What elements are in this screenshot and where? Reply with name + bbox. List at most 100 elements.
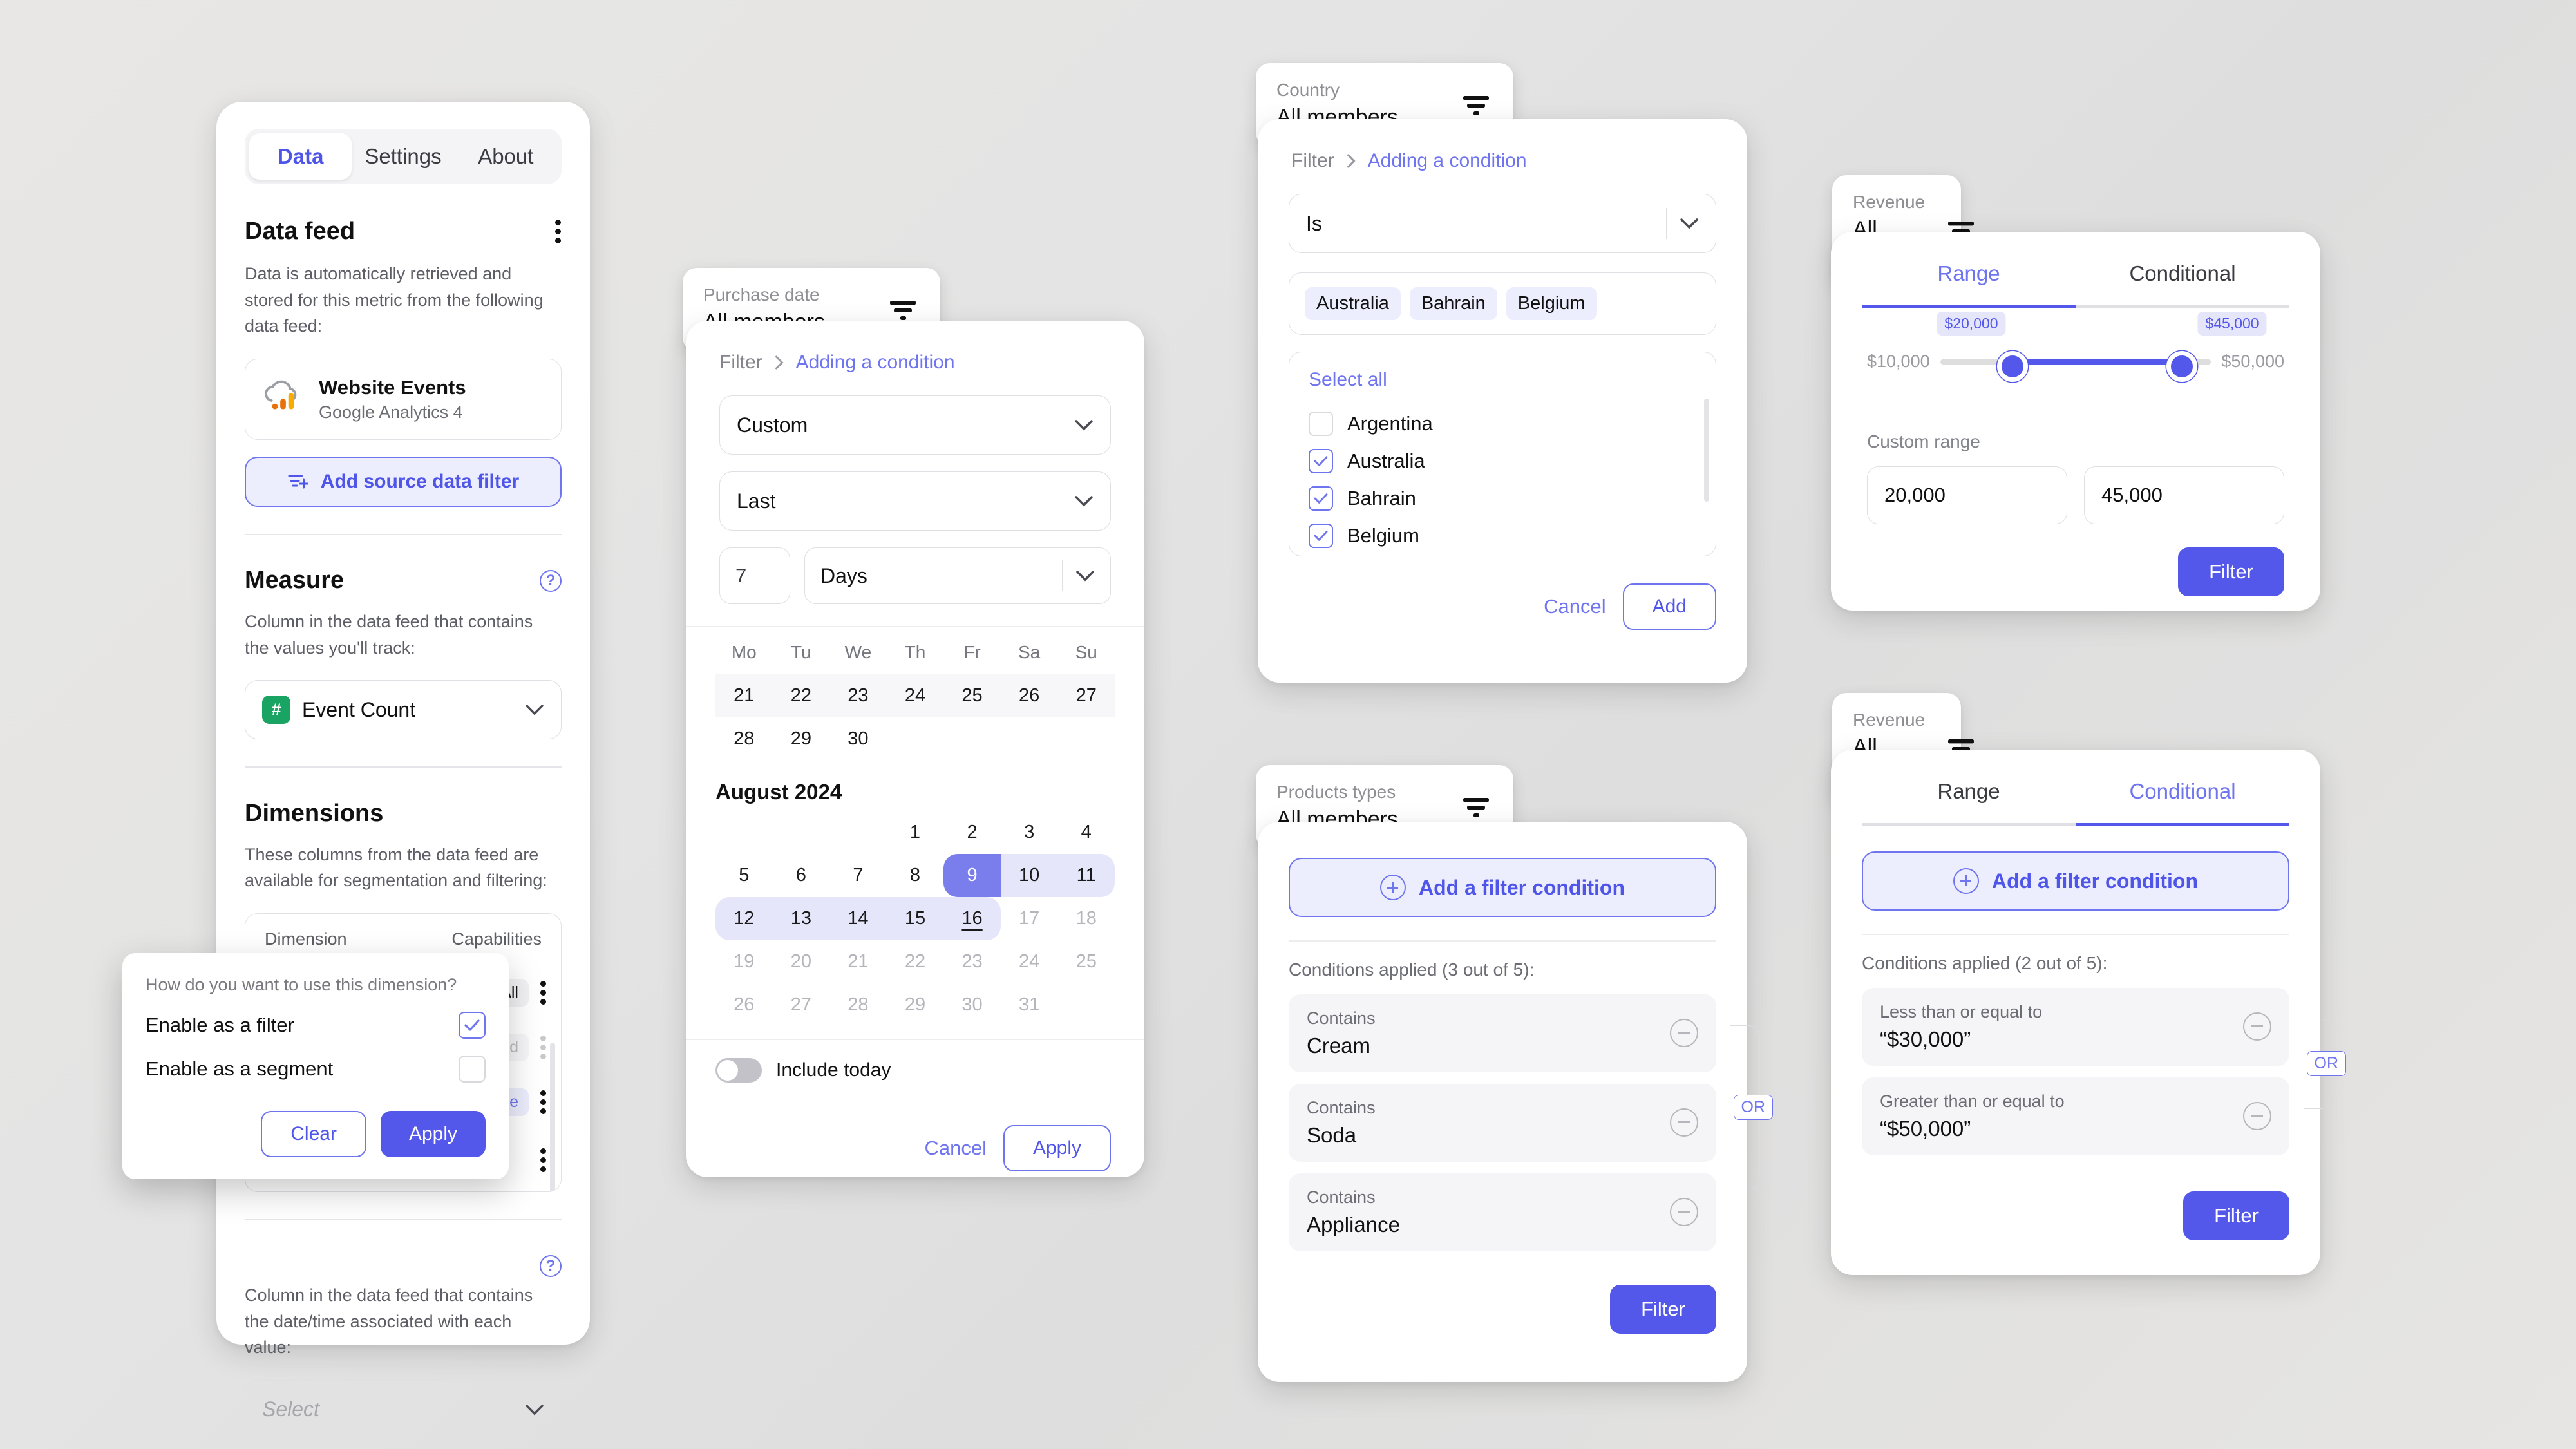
country-checkbox[interactable] — [1309, 486, 1333, 511]
calendar-day[interactable]: 27 — [773, 983, 830, 1027]
tab-range[interactable]: Range — [1862, 779, 2076, 826]
table-scrollbar[interactable] — [550, 1042, 555, 1191]
include-today-toggle[interactable] — [715, 1058, 762, 1083]
row-menu-icon[interactable] — [539, 978, 547, 1008]
tab-range[interactable]: Range — [1862, 261, 2076, 308]
country-operator-select[interactable]: Is — [1289, 194, 1716, 253]
filter-button[interactable]: Filter — [2178, 547, 2284, 596]
add-filter-condition-button[interactable]: Add a filter condition — [1289, 858, 1716, 917]
checkbox-enable-segment[interactable] — [459, 1056, 486, 1083]
calendar-day[interactable]: 23 — [829, 674, 887, 717]
calendar-day[interactable]: 1 — [887, 811, 944, 854]
condition-card[interactable]: Greater than or equal to “$50,000” — [1862, 1077, 2289, 1155]
calendar-day[interactable]: 28 — [715, 717, 773, 761]
more-options-icon[interactable] — [554, 216, 562, 247]
date-amount-input[interactable]: 7 — [719, 547, 790, 604]
tab-conditional[interactable]: Conditional — [2076, 779, 2289, 826]
calendar-day[interactable]: 10 — [1000, 854, 1058, 897]
calendar-day[interactable]: 21 — [715, 674, 773, 717]
calendar-day[interactable]: 28 — [829, 983, 887, 1027]
clear-button[interactable]: Clear — [261, 1111, 366, 1157]
include-today-row[interactable]: Include today — [686, 1039, 1144, 1101]
country-checkbox[interactable] — [1309, 449, 1333, 473]
filter-button[interactable]: Filter — [1610, 1284, 1716, 1334]
tab-about[interactable]: About — [455, 133, 557, 180]
remove-condition-icon[interactable] — [2243, 1102, 2271, 1130]
add-button[interactable]: Add — [1622, 583, 1716, 630]
calendar-day[interactable]: 25 — [1057, 940, 1115, 983]
calendar-day[interactable]: 5 — [715, 854, 773, 897]
calendar-day-range-start[interactable]: 9 — [943, 854, 1001, 897]
remove-condition-icon[interactable] — [2243, 1012, 2271, 1041]
list-item[interactable]: Canada — [1309, 554, 1696, 556]
range-low-input[interactable]: 20,000 — [1867, 466, 2067, 524]
calendar-day[interactable]: 31 — [1001, 983, 1058, 1027]
slider-handle-high[interactable] — [2166, 350, 2197, 382]
calendar-day[interactable]: 17 — [1001, 897, 1058, 940]
filter-icon[interactable] — [1459, 792, 1493, 822]
calendar-day[interactable]: 12 — [715, 897, 773, 940]
calendar-day[interactable]: 22 — [887, 940, 944, 983]
calendar-day[interactable]: 29 — [773, 717, 830, 761]
country-chip[interactable]: Australia — [1305, 287, 1401, 320]
calendar-day[interactable]: 24 — [886, 674, 944, 717]
country-checkbox[interactable] — [1309, 524, 1333, 548]
calendar-day[interactable]: 8 — [887, 854, 944, 897]
calendar-day[interactable]: 6 — [773, 854, 830, 897]
remove-condition-icon[interactable] — [1670, 1019, 1698, 1047]
calendar-day[interactable]: 26 — [1000, 674, 1058, 717]
range-high-input[interactable]: 45,000 — [2084, 466, 2284, 524]
list-scrollbar[interactable] — [1704, 399, 1709, 502]
remove-condition-icon[interactable] — [1670, 1108, 1698, 1137]
list-item[interactable]: Bahrain — [1309, 480, 1696, 517]
apply-button[interactable]: Apply — [380, 1111, 486, 1157]
cancel-button[interactable]: Cancel — [924, 1137, 987, 1160]
tab-conditional[interactable]: Conditional — [2076, 261, 2289, 308]
calendar-day[interactable]: 30 — [943, 983, 1001, 1027]
calendar-day[interactable]: 14 — [829, 897, 887, 940]
condition-card[interactable]: Contains Soda — [1289, 1083, 1716, 1162]
calendar-day[interactable]: 23 — [943, 940, 1001, 983]
calendar-day[interactable]: 19 — [715, 940, 773, 983]
calendar-day[interactable]: 18 — [1057, 897, 1115, 940]
calendar-day[interactable]: 3 — [1001, 811, 1058, 854]
list-item[interactable]: Australia — [1309, 442, 1696, 480]
select-all-link[interactable]: Select all — [1309, 369, 1696, 391]
calendar-day[interactable]: 24 — [1001, 940, 1058, 983]
cancel-button[interactable]: Cancel — [1544, 595, 1606, 618]
calendar-day-today[interactable]: 16 — [943, 897, 1001, 940]
calendar-day[interactable]: 13 — [772, 897, 830, 940]
breadcrumb-root[interactable]: Filter — [719, 352, 762, 374]
filter-button[interactable]: Filter — [2183, 1191, 2289, 1240]
popover-option-filter[interactable]: Enable as a filter — [146, 1012, 486, 1039]
calendar-day[interactable]: 15 — [886, 897, 944, 940]
checkbox-enable-filter[interactable] — [459, 1012, 486, 1039]
help-icon-measure[interactable]: ? — [540, 569, 562, 592]
row-menu-icon[interactable] — [539, 1087, 547, 1117]
condition-card[interactable]: Contains Appliance — [1289, 1173, 1716, 1251]
help-icon-datetime[interactable]: ? — [540, 1255, 562, 1277]
country-chip[interactable]: Bahrain — [1409, 287, 1497, 320]
list-item[interactable]: Argentina — [1309, 405, 1696, 442]
row-menu-icon[interactable] — [539, 1145, 547, 1175]
slider-track[interactable] — [1940, 350, 2211, 382]
date-direction-select[interactable]: Last — [719, 471, 1111, 531]
datetime-select[interactable]: Select — [245, 1379, 562, 1439]
calendar-day[interactable]: 11 — [1057, 854, 1115, 897]
country-checkbox[interactable] — [1309, 412, 1333, 436]
breadcrumb-root[interactable]: Filter — [1291, 150, 1334, 172]
slider-handle-low[interactable] — [1996, 350, 2028, 382]
connector-or[interactable]: OR — [2306, 1050, 2346, 1076]
remove-condition-icon[interactable] — [1670, 1198, 1698, 1226]
filter-icon[interactable] — [886, 295, 920, 325]
connector-or[interactable]: OR — [1733, 1094, 1773, 1120]
calendar-day[interactable]: 7 — [829, 854, 887, 897]
list-item[interactable]: Belgium — [1309, 517, 1696, 554]
tab-settings[interactable]: Settings — [352, 133, 454, 180]
measure-select[interactable]: # Event Count — [245, 680, 562, 739]
calendar-day[interactable]: 25 — [943, 674, 1001, 717]
calendar-day[interactable]: 27 — [1057, 674, 1115, 717]
condition-card[interactable]: Less than or equal to “$30,000” — [1862, 987, 2289, 1066]
date-mode-select[interactable]: Custom — [719, 395, 1111, 455]
popover-option-segment[interactable]: Enable as a segment — [146, 1056, 486, 1083]
